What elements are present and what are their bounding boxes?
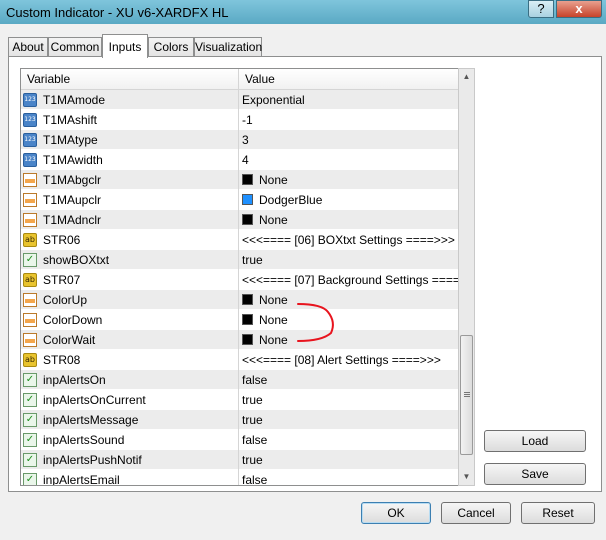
red-bracket-annotation (297, 303, 334, 342)
dialog-window: Custom Indicator - XU v6-XARDFX HL ? x A… (0, 0, 606, 540)
tab-inputs[interactable]: Inputs (102, 34, 148, 58)
